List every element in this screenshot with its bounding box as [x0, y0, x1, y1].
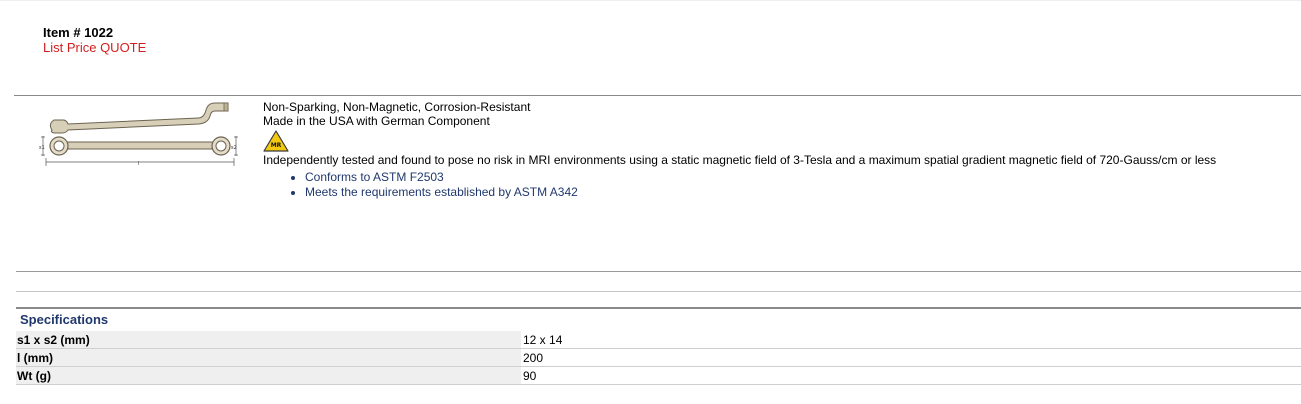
list-price: List Price QUOTE — [43, 40, 147, 55]
table-row: Wt (g) 90 — [16, 366, 1301, 385]
mri-safety-text: Independently tested and found to pose n… — [263, 153, 1217, 167]
spec-label: Wt (g) — [16, 366, 521, 385]
top-border — [0, 0, 1301, 1]
spec-value: 12 x 14 — [521, 331, 1301, 349]
divider-light — [16, 291, 1301, 292]
table-row: s1 x s2 (mm) 12 x 14 — [16, 331, 1301, 349]
item-number: Item # 1022 — [43, 25, 114, 40]
compliance-list: Conforms to ASTM F2503 Meets the require… — [263, 170, 1216, 200]
divider-top — [14, 95, 1301, 96]
dim-label-l: l — [138, 161, 139, 167]
divider-specs — [16, 307, 1301, 309]
description-line: Non-Sparking, Non-Magnetic, Corrosion-Re… — [263, 100, 531, 114]
table-row: l (mm) 200 — [16, 348, 1301, 367]
item-header: Item # 1022 List Price QUOTE — [43, 25, 146, 55]
spec-label: s1 x s2 (mm) — [16, 331, 521, 349]
divider-middle — [16, 271, 1301, 272]
description-line: Made in the USA with German Component — [263, 114, 490, 128]
wrench-product-image: s1 s2 l — [39, 102, 238, 167]
mri-icon-label: MR — [271, 142, 282, 149]
compliance-item: Conforms to ASTM F2503 — [305, 170, 1216, 185]
specifications-table: s1 x s2 (mm) 12 x 14 l (mm) 200 Wt (g) 9… — [16, 331, 1301, 385]
wrench-side-view — [49, 102, 229, 134]
spec-value: 200 — [521, 348, 1301, 367]
specifications-title: Specifications — [20, 312, 109, 327]
mri-warning-icon: MR — [263, 130, 289, 152]
spec-value: 90 — [521, 366, 1301, 385]
dimension-lines — [41, 136, 238, 166]
dim-label-s2: s2 — [231, 145, 237, 151]
compliance-item: Meets the requirements established by AS… — [305, 185, 1216, 200]
spec-label: l (mm) — [16, 348, 521, 367]
wrench-top-view — [49, 136, 231, 156]
dim-label-s1: s1 — [39, 145, 45, 151]
product-description: Non-Sparking, Non-Magnetic, Corrosion-Re… — [263, 100, 1216, 200]
